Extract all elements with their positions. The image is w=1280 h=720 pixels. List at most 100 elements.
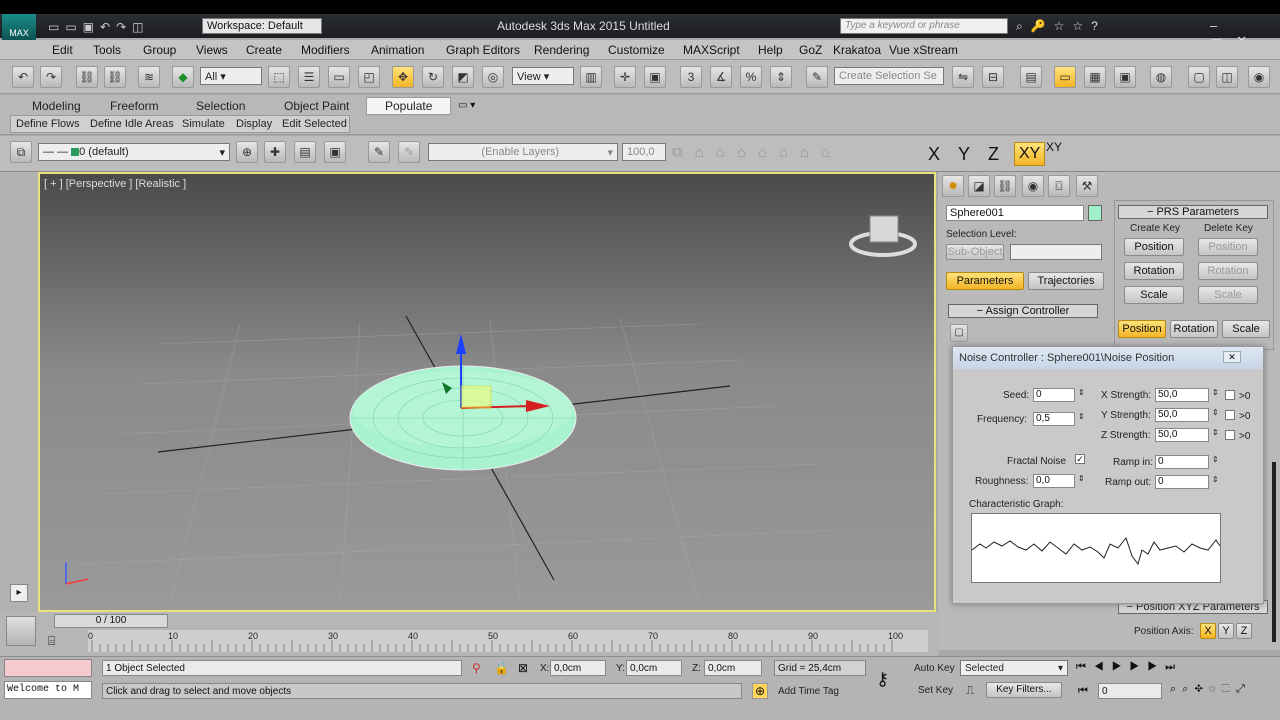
y-strength-field[interactable]: 50,0 <box>1155 408 1209 422</box>
render-icon[interactable]: ◉ <box>1248 66 1270 88</box>
edit-named-selection-icon[interactable]: ✎ <box>806 66 828 88</box>
brush-icon[interactable]: ✎ <box>368 141 390 163</box>
menu-customize[interactable]: Customize <box>608 43 665 57</box>
z-coord-field[interactable]: 0,0cm <box>704 660 762 676</box>
quick-access-icons[interactable]: ▭▭▣↶↷◫ <box>48 20 149 34</box>
set-key-button[interactable]: Set Key <box>918 685 953 696</box>
selection-filter-dropdown[interactable]: All ▾ <box>200 67 262 85</box>
subtab-edit-selected[interactable]: Edit Selected <box>282 118 347 130</box>
enable-layers-dropdown[interactable]: (Enable Layers) ▾ <box>428 143 618 161</box>
render-frame-icon[interactable]: ◫ <box>1216 66 1238 88</box>
subtab-simulate[interactable]: Simulate <box>182 118 225 130</box>
x-positive-checkbox[interactable] <box>1225 390 1235 400</box>
material-editor-icon[interactable]: ◍ <box>1150 66 1172 88</box>
subtab-display[interactable]: Display <box>236 118 272 130</box>
menu-maxscript[interactable]: MAXScript <box>683 43 740 57</box>
subtab-define-flows[interactable]: Define Flows <box>16 118 80 130</box>
render-setup-icon[interactable]: ▢ <box>1188 66 1210 88</box>
menu-views[interactable]: Views <box>196 43 228 57</box>
keyboard-shortcut-icon[interactable]: ▣ <box>644 66 666 88</box>
ramp-out-spinner[interactable]: ⇕ <box>1212 475 1219 484</box>
infocenter-icons[interactable]: ⌕🔑☆☆? <box>1016 19 1106 34</box>
tab-populate[interactable]: Populate <box>366 97 452 115</box>
help-search-input[interactable]: Type a keyword or phrase <box>840 18 1008 34</box>
modify-tab-icon[interactable]: ◪ <box>968 175 990 197</box>
display-tab-icon[interactable]: ⌼ <box>1048 175 1070 197</box>
parameters-button[interactable]: Parameters <box>946 272 1024 290</box>
maxscript-listener-pink[interactable] <box>4 659 92 677</box>
x-strength-field[interactable]: 50,0 <box>1155 388 1209 402</box>
schematic-view-icon[interactable]: ▣ <box>1114 66 1136 88</box>
layer-dropdown[interactable]: — — 0 (default) ▾ <box>38 143 230 161</box>
menu-graph-editors[interactable]: Graph Editors <box>446 43 520 57</box>
key-filters-button[interactable]: Key Filters... <box>986 682 1062 698</box>
create-scale-key-button[interactable]: Scale <box>1124 286 1184 304</box>
undo-icon[interactable]: ↶ <box>12 66 34 88</box>
time-tag-icon[interactable]: ⊕ <box>752 683 769 699</box>
reference-coord-dropdown[interactable]: View ▾ <box>512 67 574 85</box>
axis-x-button[interactable]: X <box>928 144 940 165</box>
trajectories-button[interactable]: Trajectories <box>1028 272 1104 290</box>
gizmo-xy-plane[interactable] <box>460 385 492 409</box>
create-position-key-button[interactable]: Position <box>1124 238 1184 256</box>
axis-xy-plane-button[interactable]: XY <box>1046 140 1062 154</box>
gizmo-z-arrow[interactable] <box>456 334 466 354</box>
unlink-icon[interactable]: ⛓ <box>104 66 126 88</box>
curve-editor-icon[interactable]: ▦ <box>1084 66 1106 88</box>
tab-selection[interactable]: Selection <box>196 99 245 113</box>
auto-key-button[interactable]: Auto Key <box>914 663 955 674</box>
y-strength-spinner[interactable]: ⇕ <box>1212 408 1219 417</box>
tab-object-paint[interactable]: Object Paint <box>284 99 349 113</box>
seed-field[interactable]: 0 <box>1033 388 1075 402</box>
scale-icon[interactable]: ◩ <box>452 66 474 88</box>
layer-manager-icon[interactable]: ⧉ <box>10 141 32 163</box>
menu-group[interactable]: Group <box>143 43 176 57</box>
key-mode-icon[interactable]: ⏮ <box>1078 685 1088 698</box>
current-frame-field[interactable]: 0 <box>1098 683 1162 699</box>
assign-controller-icon[interactable]: ▢ <box>950 324 968 342</box>
snaps-toggle-icon[interactable]: 3 <box>680 66 702 88</box>
object-color-swatch[interactable] <box>1088 205 1102 221</box>
tab-freeform[interactable]: Freeform <box>110 99 159 113</box>
tab-modeling[interactable]: Modeling <box>32 99 81 113</box>
menu-krakatoa[interactable]: Krakatoa <box>833 43 881 57</box>
spinner-snap-icon[interactable]: ⇕ <box>770 66 792 88</box>
playback-controls[interactable]: ⏮◀▶▶▶⏭ <box>1076 661 1183 674</box>
window-crossing-icon[interactable]: ◰ <box>358 66 380 88</box>
ribbon-options-icon[interactable]: ▭ ▾ <box>458 100 475 111</box>
menu-rendering[interactable]: Rendering <box>534 43 589 57</box>
select-in-layer-icon[interactable]: ▤ <box>294 141 316 163</box>
layer-explorer-icon[interactable]: ▤ <box>1020 66 1042 88</box>
utilities-tab-icon[interactable]: ⚒ <box>1076 175 1098 197</box>
seed-spinner[interactable]: ⇕ <box>1078 388 1085 397</box>
y-positive-checkbox[interactable] <box>1225 410 1235 420</box>
menu-tools[interactable]: Tools <box>93 43 121 57</box>
z-positive-checkbox[interactable] <box>1225 430 1235 440</box>
sub-object-button[interactable]: Sub-Object <box>946 244 1004 260</box>
noise-dialog-titlebar[interactable]: Noise Controller : Sphere001\Noise Posit… <box>953 347 1263 369</box>
mirror-icon[interactable]: ⇋ <box>952 66 974 88</box>
roughness-field[interactable]: 0,0 <box>1033 474 1075 488</box>
prs-position-button[interactable]: Position <box>1118 320 1166 338</box>
add-to-layer-icon[interactable]: ✚ <box>264 141 286 163</box>
angle-snap-icon[interactable]: ∡ <box>710 66 732 88</box>
bind-spacewarp-icon[interactable]: ≋ <box>138 66 160 88</box>
z-strength-spinner[interactable]: ⇕ <box>1212 428 1219 437</box>
key-icon[interactable]: ⚷ <box>876 669 889 690</box>
perspective-viewport[interactable]: [ + ] [Perspective ] [Realistic ] <box>38 172 936 612</box>
motion-tab-icon[interactable]: ◉ <box>1022 175 1044 197</box>
app-logo-icon[interactable]: MAX <box>2 14 36 40</box>
time-slider[interactable]: 0 / 100 <box>54 614 168 628</box>
menu-edit[interactable]: Edit <box>52 43 73 57</box>
select-by-name-icon[interactable]: ☰ <box>298 66 320 88</box>
ramp-out-field[interactable]: 0 <box>1155 475 1209 489</box>
object-name-field[interactable]: Sphere001 <box>946 205 1084 221</box>
place-icon[interactable]: ◎ <box>482 66 504 88</box>
menu-modifiers[interactable]: Modifiers <box>301 43 350 57</box>
mini-curve-icon[interactable] <box>6 616 36 646</box>
default-tangent-icon[interactable]: ⎍ <box>966 683 974 698</box>
workspace-dropdown[interactable]: Workspace: Default <box>202 18 322 34</box>
panel-scrollbar[interactable] <box>1272 462 1276 642</box>
z-strength-field[interactable]: 50,0 <box>1155 428 1209 442</box>
track-bar-icon[interactable]: ⌸ <box>48 634 66 650</box>
